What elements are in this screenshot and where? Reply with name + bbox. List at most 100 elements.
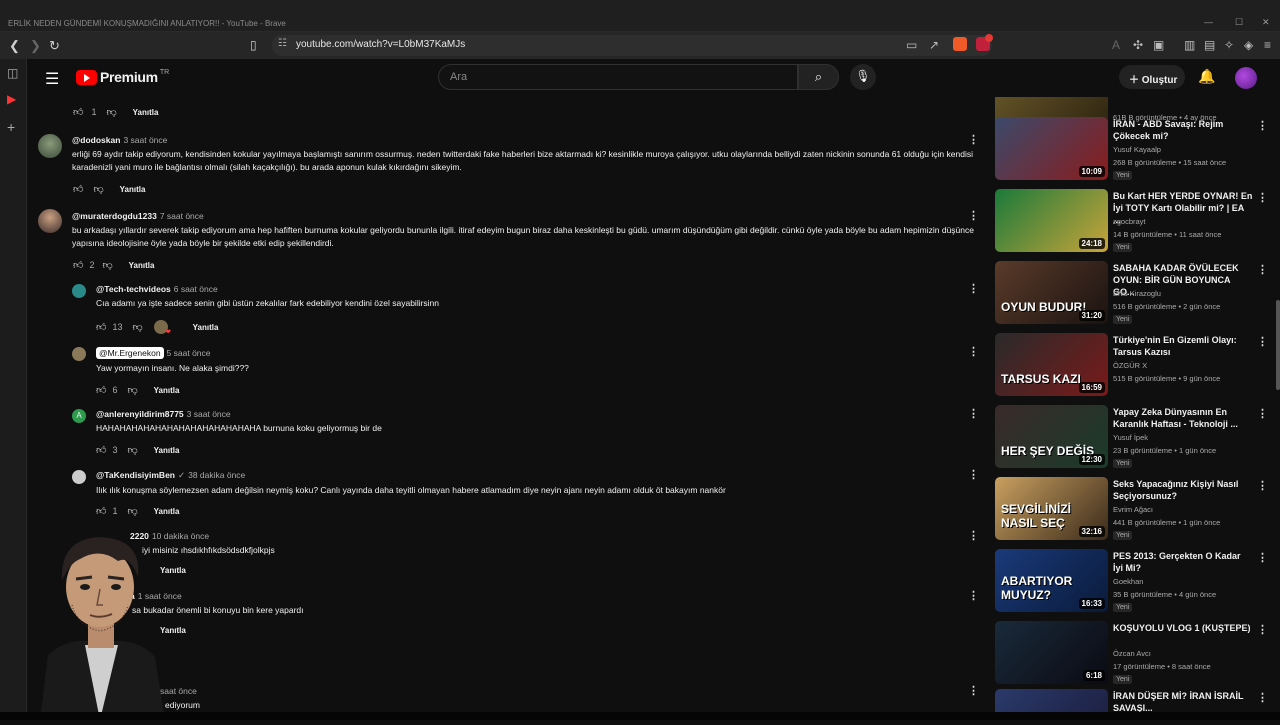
channel-name[interactable]: zgocbrayt [1113, 217, 1146, 226]
youtube-premium-logo[interactable]: Premium TR [76, 69, 169, 85]
reply-button[interactable]: Yanıtla [193, 323, 219, 332]
create-button[interactable]: ＋ Oluştur [1119, 65, 1185, 89]
channel-name[interactable]: Goekhan [1113, 577, 1143, 586]
dislike-icon[interactable]: 👎︎ [102, 259, 112, 271]
comment-more-icon[interactable]: ⋮ [968, 133, 979, 146]
like-icon[interactable]: 👍︎ [96, 444, 106, 456]
recommendation-item[interactable]: 24:18 Bu Kart HER YERDE OYNAR! En İyi TOT… [995, 189, 1280, 257]
like-icon[interactable]: 👍︎ [96, 384, 106, 396]
channel-name[interactable]: Özcan Avcı [1113, 649, 1151, 658]
recommendation-item[interactable]: ABARTIYOR MUYUZ? 16:33 PES 2013: Gerçekten… [995, 549, 1280, 617]
reply-more-icon[interactable]: ⋮ [968, 684, 979, 697]
video-thumbnail[interactable]: ABARTIYOR MUYUZ? 16:33 [995, 549, 1108, 612]
recommendation-more-icon[interactable]: ⋮ [1257, 691, 1268, 704]
recommendation-more-icon[interactable]: ⋮ [1257, 551, 1268, 564]
close-icon[interactable]: ✕ [1262, 17, 1270, 28]
recommendation-more-icon[interactable]: ⋮ [1257, 119, 1268, 132]
browser-menu-icon[interactable]: ≡ [1264, 38, 1271, 52]
dislike-icon[interactable]: 👎︎ [93, 183, 103, 195]
reply-avatar[interactable]: A [72, 409, 86, 423]
dislike-icon[interactable]: 👎︎ [127, 384, 137, 396]
video-title[interactable]: Yapay Zeka Dünyasının En Karanlık Haftas… [1113, 406, 1253, 430]
reply-author[interactable]: @TaKendisiyimBen [96, 470, 175, 480]
url-bar[interactable]: ☷ youtube.com/watch?v=L0bM37KaMJs [272, 35, 992, 56]
comment-avatar[interactable] [38, 209, 62, 233]
recommendation-more-icon[interactable]: ⋮ [1257, 479, 1268, 492]
youtube-tab-icon[interactable]: ▶ [7, 92, 16, 106]
comment-more-icon[interactable]: ⋮ [968, 209, 979, 222]
comment-author[interactable]: @dodoskan [72, 135, 120, 145]
maximize-icon[interactable]: ☐ [1235, 17, 1243, 28]
dislike-icon[interactable]: 👎︎ [106, 106, 116, 118]
reply-button[interactable]: Yanıtla [120, 185, 146, 194]
recommendation-item[interactable]: SEVGİLİNİZİ NASIL SEÇ 32:16 Seks Yapacağın… [995, 477, 1280, 545]
like-icon[interactable]: 👍︎ [96, 321, 106, 333]
video-thumbnail[interactable]: SEVGİLİNİZİ NASIL SEÇ 32:16 [995, 477, 1108, 540]
reply-more-icon[interactable]: ⋮ [968, 529, 979, 542]
recommendation-more-icon[interactable]: ⋮ [1257, 407, 1268, 420]
recommendation-item[interactable]: OYUN BUDUR! 31:20 SABAHA KADAR ÖVÜLECEK OY… [995, 261, 1280, 329]
channel-name[interactable]: Enis Kirazoglu [1113, 289, 1161, 298]
video-thumbnail[interactable]: 24:18 [995, 189, 1108, 252]
wallet-icon[interactable]: ▤ [1204, 38, 1215, 52]
dislike-icon[interactable]: 👎︎ [127, 444, 137, 456]
screenshot-icon[interactable]: ▣ [1153, 38, 1164, 52]
reply-more-icon[interactable]: ⋮ [968, 345, 979, 358]
channel-name[interactable]: ÖZGÜR X [1113, 361, 1147, 370]
like-icon[interactable]: 👍︎ [73, 106, 83, 118]
leo-icon[interactable]: ✧ [1224, 38, 1234, 52]
share-icon[interactable]: ↗ [929, 38, 939, 52]
comment-time[interactable]: 3 saat önce [123, 135, 167, 145]
recommendation-item[interactable]: 10:09 İRAN - ABD Savaşı: Rejim Çökecek mi… [995, 117, 1280, 185]
notifications-bell-icon[interactable]: 🔔 [1198, 68, 1215, 85]
reply-button[interactable]: Yanıtla [154, 507, 180, 516]
video-thumbnail[interactable]: 6:18 [995, 621, 1108, 684]
dislike-icon[interactable]: 👎︎ [132, 321, 142, 333]
reply-time[interactable]: 5 saat önce [167, 348, 211, 358]
reply-author[interactable]: @anlerenyildirim8775 [96, 409, 184, 419]
like-icon[interactable]: 👍︎ [96, 505, 106, 517]
reply-more-icon[interactable]: ⋮ [968, 407, 979, 420]
reply-more-icon[interactable]: ⋮ [968, 282, 979, 295]
recommendation-more-icon[interactable]: ⋮ [1257, 191, 1268, 204]
sidebar-panel-icon[interactable]: ◫ [7, 66, 18, 80]
reply-author[interactable]: @Mr.Ergenekon [96, 347, 164, 359]
reply-button[interactable]: Yanıtla [129, 261, 155, 270]
dislike-icon[interactable]: 👎︎ [127, 505, 137, 517]
like-icon[interactable]: 👍︎ [73, 259, 83, 271]
like-icon[interactable]: 👍︎ [73, 183, 83, 195]
voice-search-button[interactable]: 🎙 [850, 64, 876, 90]
video-title[interactable]: Türkiye'nin En Gizemli Olayı: Tarsus Kaz… [1113, 334, 1253, 358]
reply-button[interactable]: Yanıtla [154, 386, 180, 395]
reply-button[interactable]: Yanıtla [133, 108, 159, 117]
minimize-icon[interactable]: — [1204, 17, 1213, 27]
reload-icon[interactable]: ↻ [49, 38, 60, 54]
reply-avatar[interactable] [72, 284, 86, 298]
channel-name[interactable]: Yusuf Kayaalp [1113, 145, 1161, 154]
reply-time[interactable]: 38 dakika önce [188, 470, 245, 480]
brave-rewards-icon[interactable] [976, 34, 993, 51]
recommendation-item[interactable]: HER ŞEY DEĞİŞ 12:30 Yapay Zeka Dünyasının … [995, 405, 1280, 473]
video-title[interactable]: İRAN DÜŞER Mİ? İRAN İSRAİL SAVAŞI... [1113, 690, 1253, 714]
video-thumbnail[interactable]: 10:09 [995, 117, 1108, 180]
sidebar-toggle-icon[interactable]: ▥ [1184, 38, 1195, 52]
video-thumbnail[interactable]: TARSUS KAZI 16:59 [995, 333, 1108, 396]
extensions-icon[interactable]: ✣ [1133, 38, 1143, 52]
comment-author[interactable]: @muraterdogdu1233 [72, 211, 157, 221]
search-button[interactable]: ⌕ [798, 64, 839, 90]
account-avatar[interactable] [1235, 67, 1257, 89]
channel-name[interactable]: Evrim Ağacı [1113, 505, 1153, 514]
site-settings-icon[interactable]: ☷ [278, 38, 287, 49]
channel-name[interactable]: Yusuf İpek [1113, 433, 1148, 442]
vpn-icon[interactable]: ◈ [1244, 38, 1253, 52]
video-title[interactable]: Seks Yapacağınız Kişiyi Nasıl Seçiyorsun… [1113, 478, 1253, 502]
add-panel-icon[interactable]: + [7, 119, 15, 135]
page-scrollbar[interactable] [1276, 300, 1280, 390]
recommendation-more-icon[interactable]: ⋮ [1257, 623, 1268, 636]
recommendation-item[interactable]: 6:18 KOŞUYOLU VLOG 1 (KUŞTEPE) Özcan Avcı 1… [995, 621, 1280, 689]
back-icon[interactable]: ❮ [9, 38, 20, 54]
reply-time[interactable]: 6 saat önce [174, 284, 218, 294]
comment-time[interactable]: 7 saat önce [160, 211, 204, 221]
reply-more-icon[interactable]: ⋮ [968, 589, 979, 602]
video-title[interactable]: PES 2013: Gerçekten O Kadar İyi Mi? [1113, 550, 1253, 574]
